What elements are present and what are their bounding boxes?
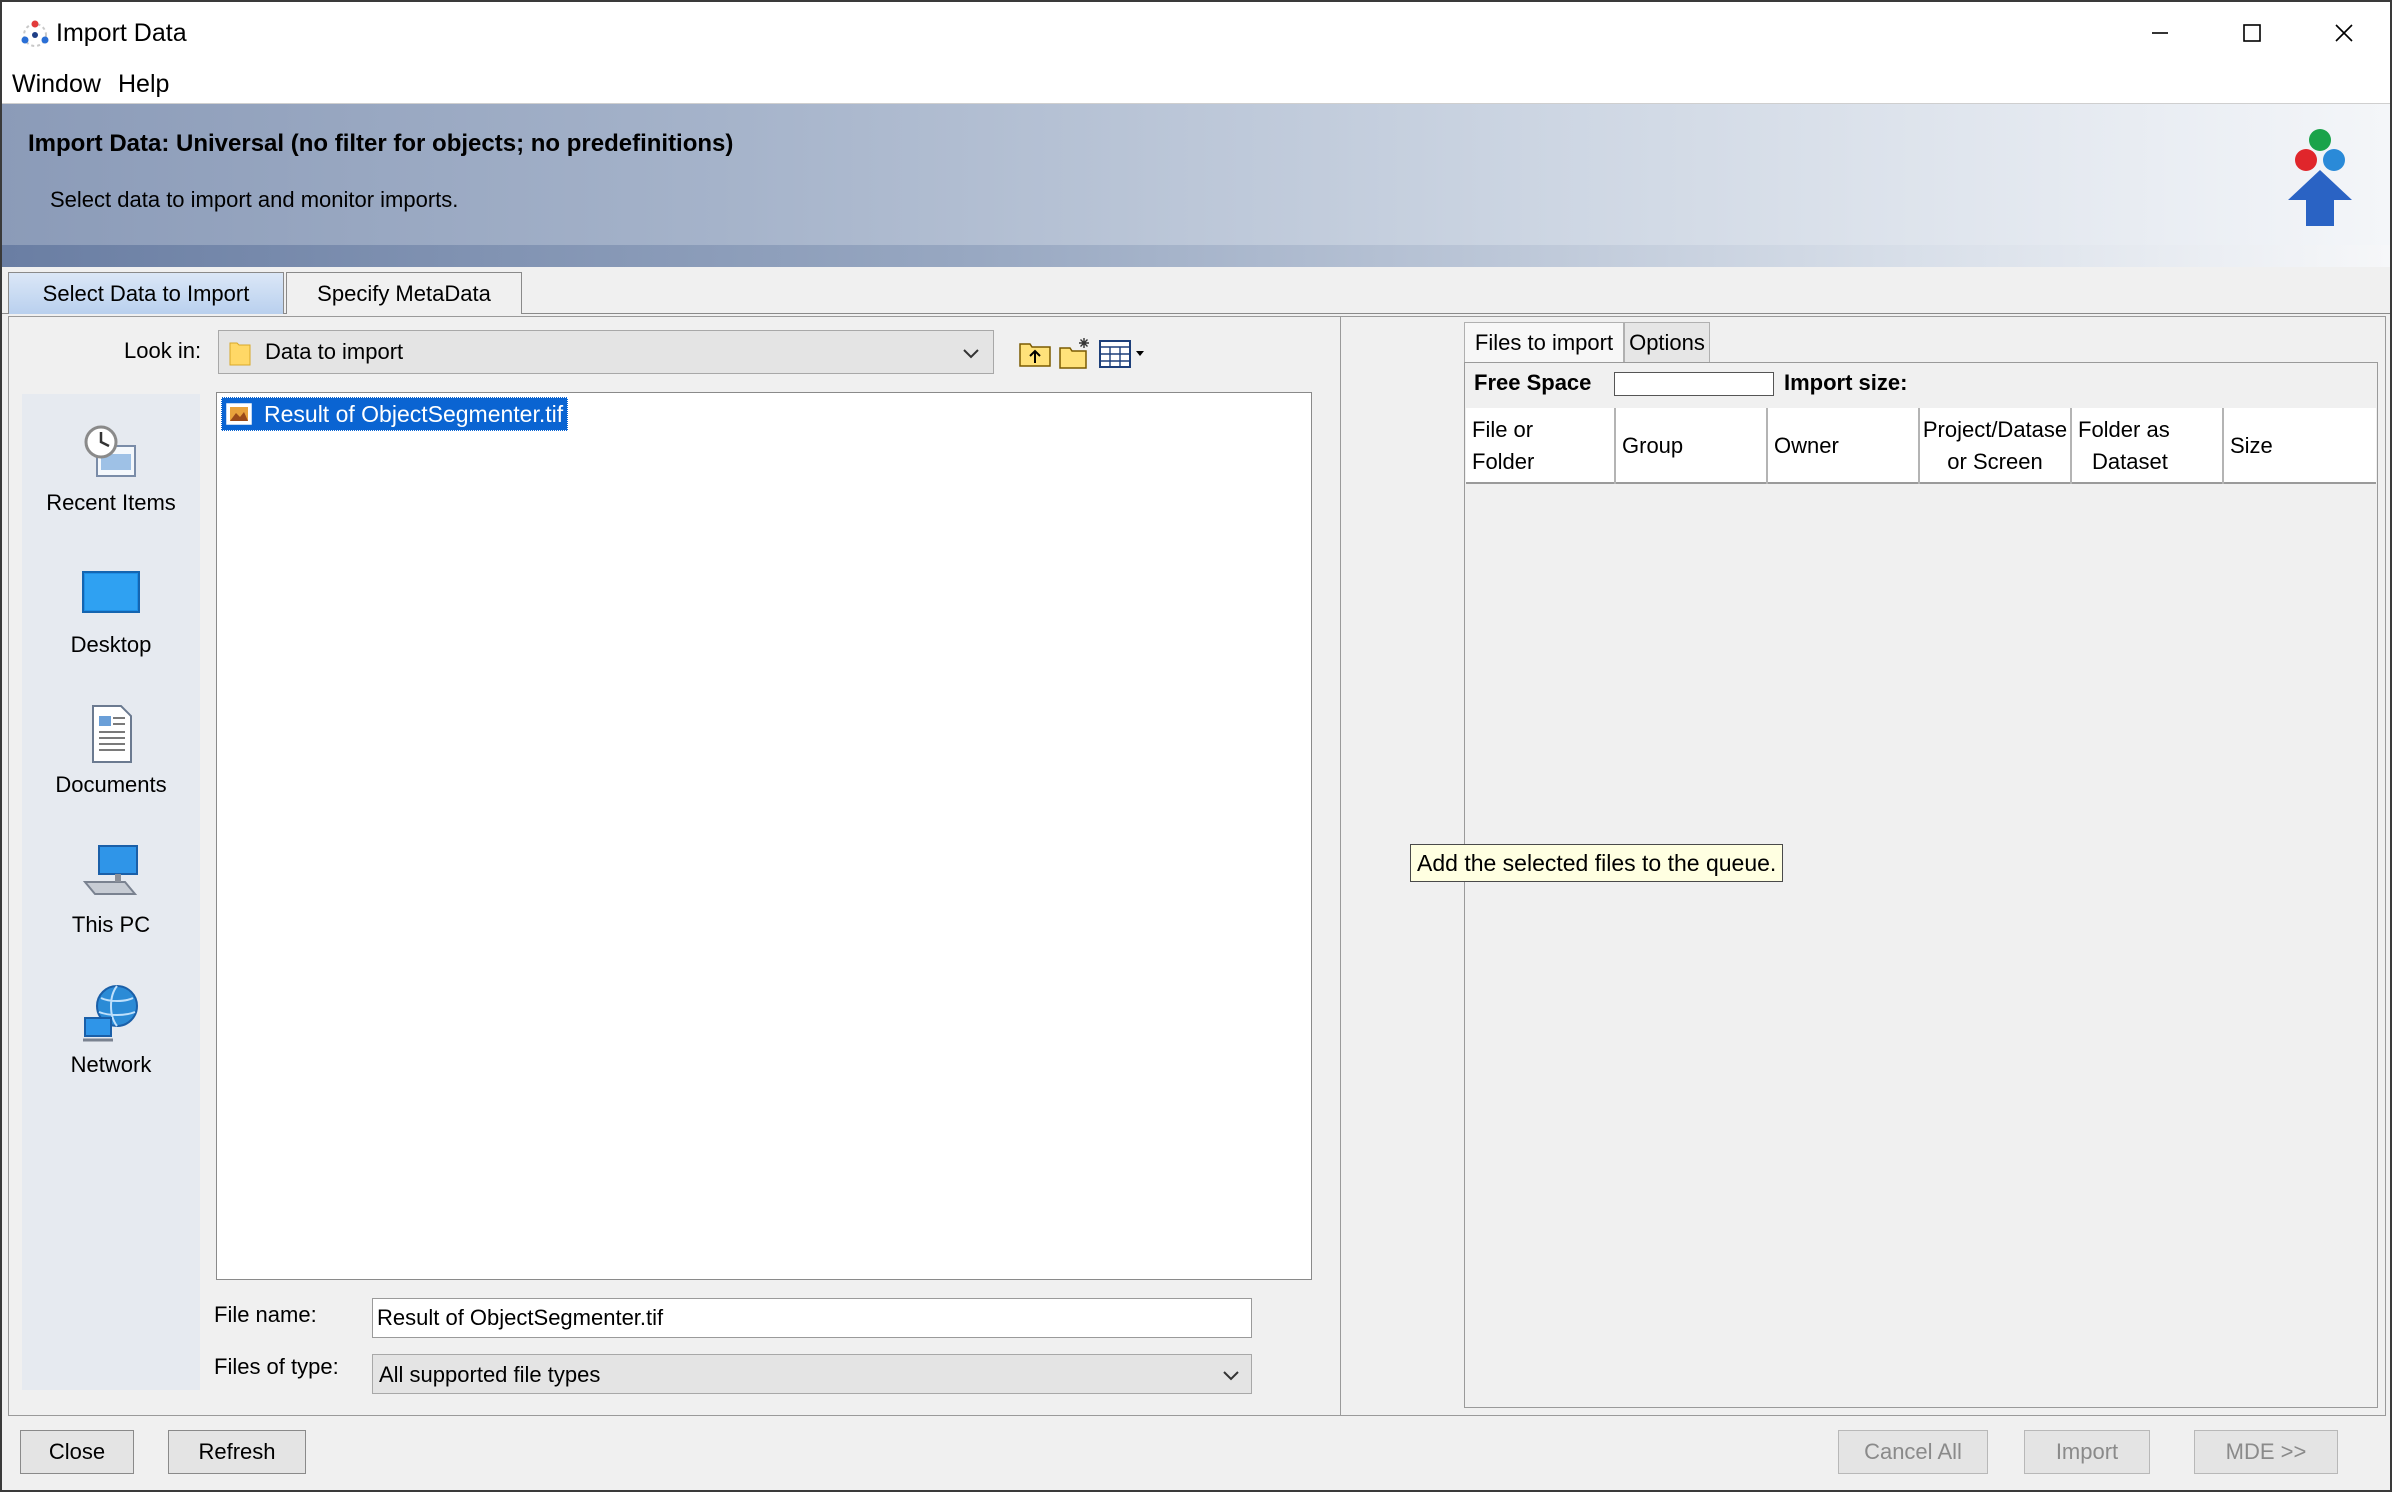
close-window-button[interactable] [2298, 2, 2390, 64]
desktop-icon [82, 571, 140, 613]
queue-table-body[interactable] [1466, 484, 2376, 1404]
chevron-down-icon [1223, 1371, 1239, 1381]
new-folder-icon[interactable] [1058, 336, 1092, 370]
cancel-all-button[interactable]: Cancel All [1838, 1430, 1988, 1474]
banner-subtitle: Select data to import and monitor import… [50, 187, 459, 212]
place-label: This PC [71, 912, 151, 937]
column-file-or-folder[interactable]: File or Folder [1466, 408, 1616, 484]
files-of-type-value: All supported file types [379, 1362, 601, 1387]
view-menu-icon[interactable] [1098, 336, 1148, 370]
place-label: Documents [55, 772, 167, 797]
place-recent-items[interactable]: Recent Items [22, 420, 200, 516]
close-icon [2335, 24, 2353, 42]
add-files-tooltip: Add the selected files to the queue. [1410, 844, 1784, 882]
import-size-label: Import size: [1784, 370, 1908, 395]
refresh-button[interactable]: Refresh [168, 1430, 306, 1474]
place-label: Network [70, 1052, 152, 1077]
maximize-icon [2243, 24, 2261, 42]
file-list-item[interactable]: Result of ObjectSegmenter.tif [221, 397, 569, 431]
free-space-bar [1614, 372, 1774, 396]
computer-icon [82, 845, 138, 895]
tab-options[interactable]: Options [1624, 322, 1710, 362]
look-in-combo[interactable]: Data to import [218, 330, 994, 374]
import-logo-icon [2288, 129, 2352, 226]
place-label: Recent Items [46, 490, 176, 515]
column-owner[interactable]: Owner [1768, 408, 1920, 484]
column-group[interactable]: Group [1616, 408, 1768, 484]
banner-stripe [2, 245, 2390, 267]
look-in-label: Look in: [124, 338, 202, 363]
file-list[interactable]: Result of ObjectSegmenter.tif [216, 392, 1312, 1280]
main-tab-strip: Select Data to Import Specify MetaData [2, 270, 2390, 314]
mde-button[interactable]: MDE >> [2194, 1430, 2338, 1474]
image-file-icon [226, 403, 252, 425]
title-bar: Import Data [2, 2, 2390, 64]
place-desktop[interactable]: Desktop [22, 562, 200, 658]
banner-title: Import Data: Universal (no filter for ob… [28, 130, 734, 157]
menu-window[interactable]: Window [12, 70, 101, 99]
tab-specify-metadata[interactable]: Specify MetaData [286, 272, 522, 314]
column-project-dataset[interactable]: Project/Datase or Screen [1920, 408, 2072, 484]
file-name-field-label: File name: [214, 1302, 317, 1327]
chevron-down-icon [963, 349, 979, 359]
place-this-pc[interactable]: This PC [22, 842, 200, 938]
menu-bar: Window Help [2, 64, 2390, 104]
file-name-label: Result of ObjectSegmenter.tif [264, 400, 564, 427]
queue-table-header: File or Folder Group Owner Project/Datase… [1466, 408, 2376, 484]
column-folder-as-dataset[interactable]: Folder as Dataset [2072, 408, 2224, 484]
free-space-label: Free Space [1474, 370, 1592, 395]
files-of-type-label: Files of type: [214, 1354, 339, 1379]
files-of-type-combo[interactable]: All supported file types [372, 1354, 1252, 1394]
maximize-button[interactable] [2206, 2, 2298, 64]
up-folder-icon[interactable] [1018, 336, 1052, 370]
tab-files-to-import[interactable]: Files to import [1464, 322, 1624, 362]
minimize-button[interactable] [2114, 2, 2206, 64]
minimize-icon [2152, 32, 2168, 34]
look-in-value: Data to import [265, 339, 404, 364]
menu-help[interactable]: Help [118, 70, 169, 99]
import-button[interactable]: Import [2024, 1430, 2150, 1474]
recent-items-icon [84, 425, 136, 477]
close-button[interactable]: Close [20, 1430, 134, 1474]
header-banner [2, 104, 2390, 264]
column-size[interactable]: Size [2224, 408, 2376, 484]
place-network[interactable]: Network [22, 982, 200, 1078]
file-name-input[interactable] [372, 1298, 1252, 1338]
place-label: Desktop [70, 632, 152, 657]
folder-icon [229, 342, 251, 366]
window-title: Import Data [56, 19, 187, 47]
import-data-window: Import Data Window Help Import Data: Uni… [0, 0, 2392, 1492]
documents-icon [92, 705, 132, 763]
tab-select-data[interactable]: Select Data to Import [8, 272, 284, 314]
network-icon [83, 985, 138, 1042]
app-icon [21, 20, 49, 47]
places-bar: Recent Items Desktop Documents This PC N… [22, 394, 200, 1390]
place-documents[interactable]: Documents [22, 702, 200, 798]
